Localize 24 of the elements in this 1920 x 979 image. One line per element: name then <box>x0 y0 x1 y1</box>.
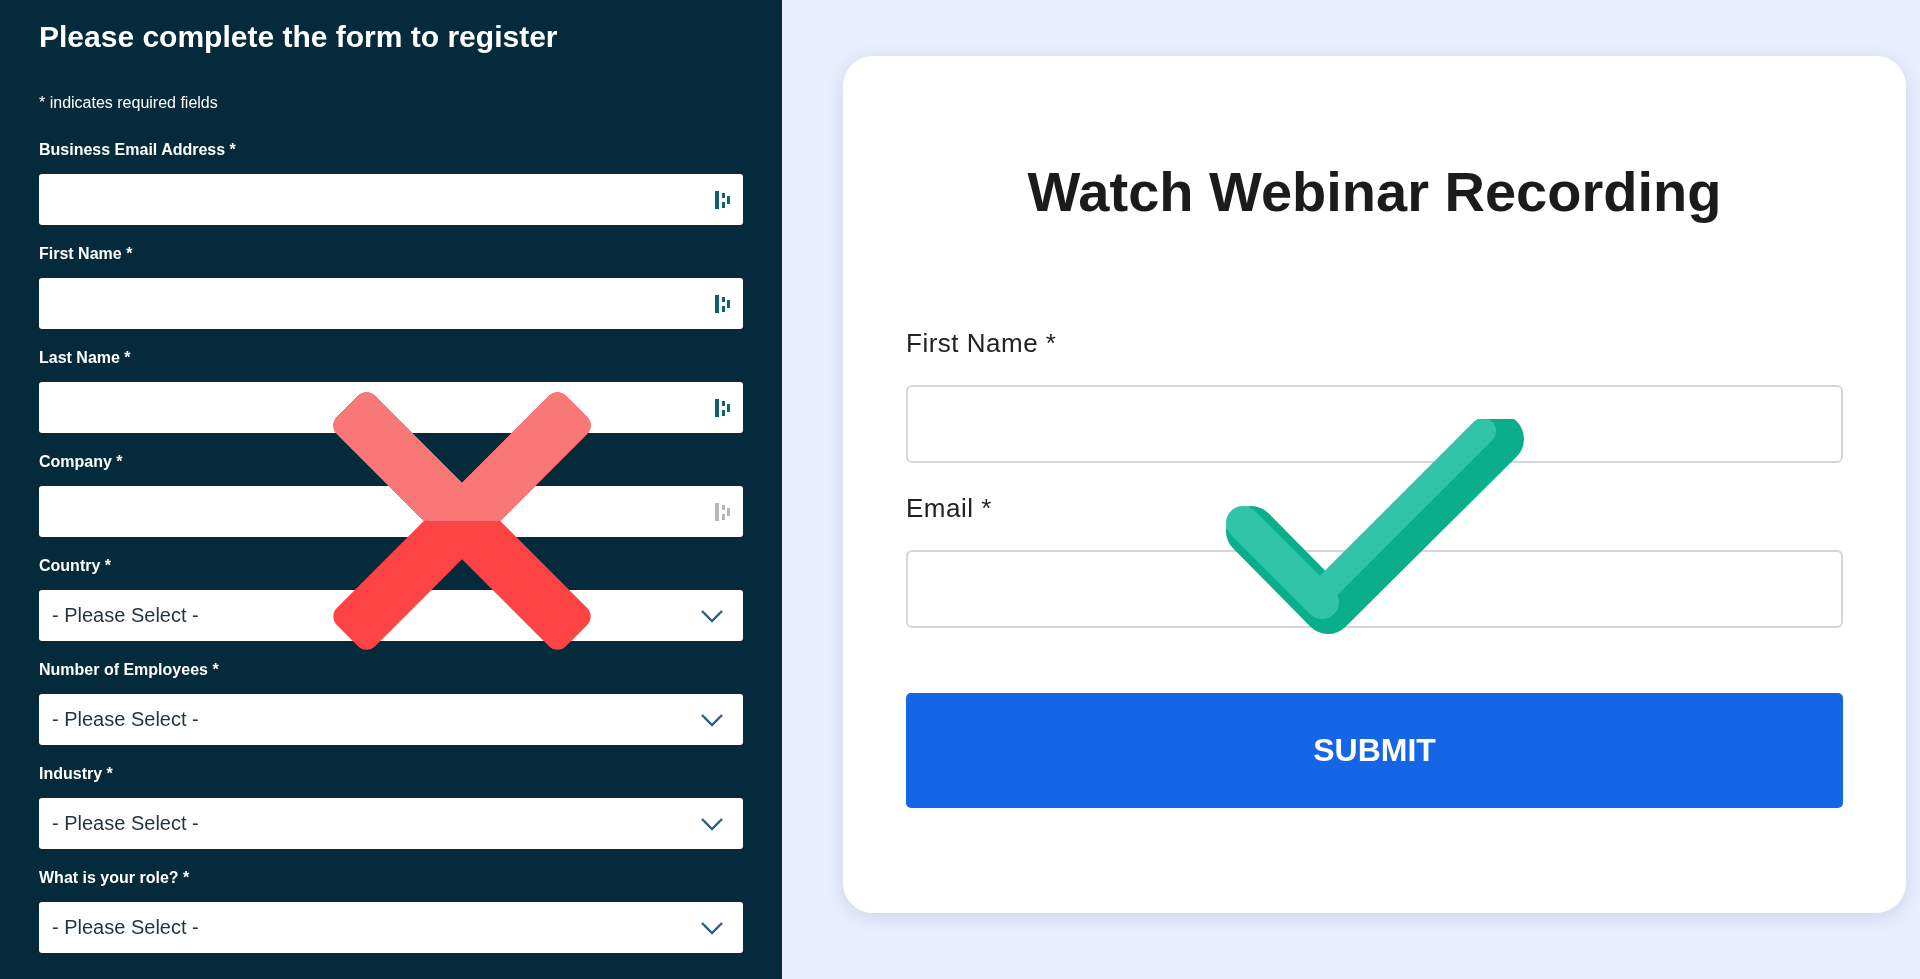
select-field[interactable]: - Please Select - <box>39 902 743 953</box>
submit-button[interactable]: SUBMIT <box>906 693 1843 808</box>
field-label: Industry * <box>39 764 113 784</box>
chevron-down-icon <box>700 816 724 831</box>
select-field[interactable]: - Please Select - <box>39 694 743 745</box>
field-label: Number of Employees * <box>39 660 219 680</box>
field-label: Email * <box>906 492 992 524</box>
field-label: First Name * <box>39 244 133 264</box>
input-field[interactable] <box>39 174 743 225</box>
field-label: Last Name * <box>39 348 131 368</box>
field-label: What is your role? * <box>39 868 190 888</box>
select-field[interactable]: - Please Select - <box>39 798 743 849</box>
form-title: Please complete the form to register <box>39 19 559 55</box>
chevron-down-icon <box>700 712 724 727</box>
required-note: * indicates required fields <box>39 93 218 113</box>
chevron-down-icon <box>700 920 724 935</box>
input-field[interactable] <box>39 278 743 329</box>
input-field[interactable] <box>906 385 1843 463</box>
field-label: Business Email Address * <box>39 140 236 160</box>
field-label: Country * <box>39 556 111 576</box>
field-label: Company * <box>39 452 123 472</box>
field-label: First Name * <box>906 327 1057 359</box>
form-title: Watch Webinar Recording <box>1026 159 1723 225</box>
chevron-down-icon <box>700 608 724 623</box>
